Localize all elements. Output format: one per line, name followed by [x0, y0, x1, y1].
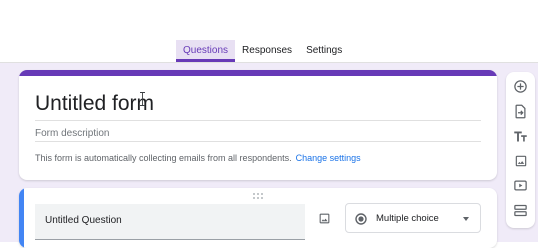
form-title-card: Untitled form Form description This form… — [19, 70, 497, 180]
tab-responses[interactable]: Responses — [235, 40, 299, 62]
form-description-underline — [35, 141, 481, 142]
tab-settings[interactable]: Settings — [299, 40, 349, 62]
add-title-description-icon — [514, 131, 527, 142]
add-video-button[interactable] — [512, 177, 529, 194]
form-title-underline — [35, 120, 481, 121]
text-cursor-icon — [140, 92, 145, 106]
add-section-button[interactable] — [512, 202, 529, 219]
floating-toolbar — [506, 72, 535, 228]
radio-button-icon — [355, 213, 367, 225]
question-title-field[interactable]: Untitled Question — [35, 204, 305, 240]
add-image-to-question-button[interactable] — [315, 209, 333, 227]
dropdown-arrow-icon — [463, 217, 469, 221]
form-description-input[interactable]: Form description — [35, 127, 109, 141]
add-question-icon — [514, 80, 527, 93]
add-title-description-button[interactable] — [512, 128, 529, 145]
title-card-accent-bar — [19, 70, 497, 76]
question-title-text: Untitled Question — [45, 215, 122, 226]
form-tabs: Questions Responses Settings — [176, 40, 349, 62]
add-video-icon — [514, 180, 527, 191]
email-notice-text: This form is automatically collecting em… — [35, 153, 292, 163]
header-divider — [0, 62, 538, 63]
add-section-icon — [514, 204, 527, 217]
question-type-label: Multiple choice — [376, 213, 439, 224]
add-question-button[interactable] — [512, 78, 529, 95]
email-collection-notice: This form is automatically collecting em… — [35, 152, 361, 165]
question-card[interactable]: Untitled Question Multiple choice — [19, 188, 497, 248]
active-question-indicator — [19, 188, 24, 248]
add-image-icon — [515, 155, 526, 166]
add-image-button[interactable] — [512, 152, 529, 169]
image-icon — [319, 213, 329, 223]
import-questions-button[interactable] — [512, 103, 529, 120]
question-type-dropdown[interactable]: Multiple choice — [345, 203, 481, 233]
form-title-input[interactable]: Untitled form — [35, 90, 481, 118]
import-questions-icon — [515, 104, 526, 119]
tab-questions[interactable]: Questions — [176, 40, 236, 62]
change-settings-link[interactable]: Change settings — [296, 153, 361, 163]
drag-handle-icon[interactable] — [252, 192, 264, 200]
